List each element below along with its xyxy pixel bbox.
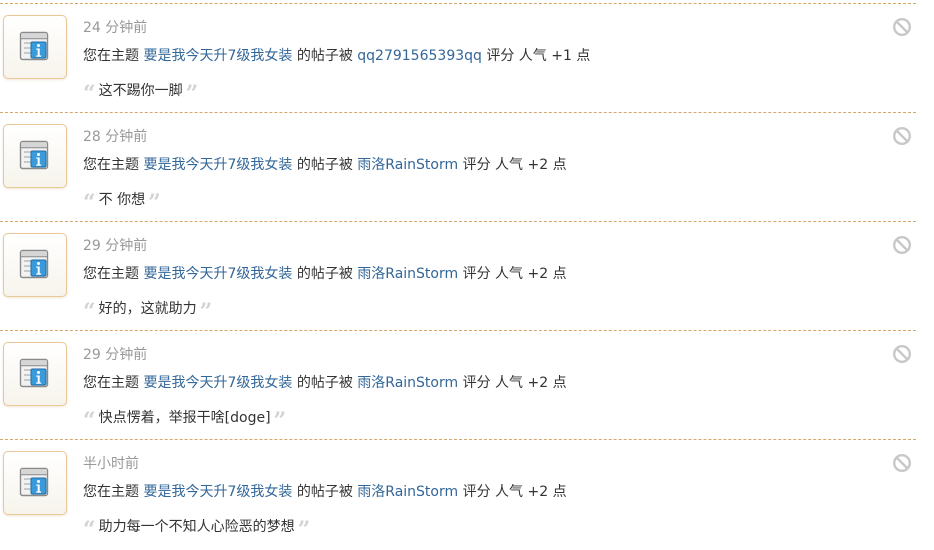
rate-reason: “这不踢你一脚” [83,80,199,107]
ignore-notice-icon [892,453,912,473]
open-quote-icon: “ [83,190,96,216]
ignore-notice-icon [892,344,912,364]
notice-message: 您在主题 要是我今天升7级我女装 的帖子被 qq2791565393qq 评分 … [83,45,590,65]
avatar[interactable] [3,451,67,515]
notice-time: 半小时前 [83,456,139,472]
avatar[interactable] [3,233,67,297]
rater-user-link[interactable]: 雨洛RainStorm [357,375,458,391]
system-notice-info-icon [19,467,49,497]
ignore-notice-button[interactable] [892,17,912,37]
close-quote-icon: ” [148,190,161,216]
rate-reason: “快点愣着，举报干啥[doge]” [83,407,287,434]
close-quote-icon: ” [185,81,199,107]
message-middle: 的帖子被 [296,157,353,173]
message-suffix: 评分 人气 +2 点 [462,266,567,282]
notice-item: 29 分钟前 您在主题 要是我今天升7级我女装 的帖子被 雨洛RainStorm… [0,221,916,330]
thread-title-link[interactable]: 要是我今天升7级我女装 [143,484,292,500]
thread-title-link[interactable]: 要是我今天升7级我女装 [143,48,292,64]
thread-title-link[interactable]: 要是我今天升7级我女装 [143,375,292,391]
notice-item: 24 分钟前 您在主题 要是我今天升7级我女装 的帖子被 qq279156539… [0,3,916,112]
open-quote-icon: “ [83,408,96,434]
ignore-notice-button[interactable] [892,453,912,473]
system-notice-info-icon [19,249,49,279]
notice-time: 24 分钟前 [83,20,148,36]
rate-reason-text: 不 你想 [98,192,146,208]
notice-list: 24 分钟前 您在主题 要是我今天升7级我女装 的帖子被 qq279156539… [0,3,916,548]
notice-item: 29 分钟前 您在主题 要是我今天升7级我女装 的帖子被 雨洛RainStorm… [0,330,916,439]
thread-title-link[interactable]: 要是我今天升7级我女装 [143,266,292,282]
message-middle: 的帖子被 [296,48,353,64]
close-quote-icon: ” [297,517,311,543]
system-notice-info-icon [19,31,49,61]
notice-message: 您在主题 要是我今天升7级我女装 的帖子被 雨洛RainStorm 评分 人气 … [83,154,567,174]
rate-reason: “助力每一个不知人心险恶的梦想” [83,516,311,543]
rate-reason-text: 这不踢你一脚 [98,83,183,99]
close-quote-icon: ” [273,408,287,434]
notice-item: 半小时前 您在主题 要是我今天升7级我女装 的帖子被 雨洛RainStorm 评… [0,439,916,548]
ignore-notice-button[interactable] [892,126,912,146]
ignore-notice-button[interactable] [892,235,912,255]
notice-message: 您在主题 要是我今天升7级我女装 的帖子被 雨洛RainStorm 评分 人气 … [83,372,567,392]
notice-time: 29 分钟前 [83,347,148,363]
message-suffix: 评分 人气 +2 点 [462,157,567,173]
thread-title-link[interactable]: 要是我今天升7级我女装 [143,157,292,173]
open-quote-icon: “ [83,81,96,107]
notice-item: 28 分钟前 您在主题 要是我今天升7级我女装 的帖子被 雨洛RainStorm… [0,112,916,221]
rate-reason: “不 你想” [83,189,161,216]
message-suffix: 评分 人气 +2 点 [462,375,567,391]
message-prefix: 您在主题 [83,484,139,500]
message-prefix: 您在主题 [83,375,139,391]
close-quote-icon: ” [199,299,213,325]
system-notice-info-icon [19,140,49,170]
rate-reason-text: 快点愣着，举报干啥[doge] [98,410,271,426]
avatar[interactable] [3,124,67,188]
ignore-notice-icon [892,126,912,146]
message-middle: 的帖子被 [296,266,353,282]
ignore-notice-button[interactable] [892,344,912,364]
rate-reason-text: 助力每一个不知人心险恶的梦想 [98,519,295,535]
message-prefix: 您在主题 [83,157,139,173]
message-suffix: 评分 人气 +1 点 [486,48,591,64]
message-middle: 的帖子被 [296,375,353,391]
rater-user-link[interactable]: qq2791565393qq [357,48,482,64]
message-prefix: 您在主题 [83,48,139,64]
avatar[interactable] [3,15,67,79]
open-quote-icon: “ [83,517,96,543]
message-prefix: 您在主题 [83,266,139,282]
open-quote-icon: “ [83,299,96,325]
ignore-notice-icon [892,235,912,255]
rate-reason-text: 好的，这就助力 [98,301,197,317]
rater-user-link[interactable]: 雨洛RainStorm [357,266,458,282]
notice-message: 您在主题 要是我今天升7级我女装 的帖子被 雨洛RainStorm 评分 人气 … [83,263,567,283]
system-notice-info-icon [19,358,49,388]
ignore-notice-icon [892,17,912,37]
notice-time: 28 分钟前 [83,129,148,145]
avatar[interactable] [3,342,67,406]
notice-time: 29 分钟前 [83,238,148,254]
rater-user-link[interactable]: 雨洛RainStorm [357,484,458,500]
message-middle: 的帖子被 [296,484,353,500]
rate-reason: “好的，这就助力” [83,298,213,325]
message-suffix: 评分 人气 +2 点 [462,484,567,500]
notice-message: 您在主题 要是我今天升7级我女装 的帖子被 雨洛RainStorm 评分 人气 … [83,481,567,501]
rater-user-link[interactable]: 雨洛RainStorm [357,157,458,173]
